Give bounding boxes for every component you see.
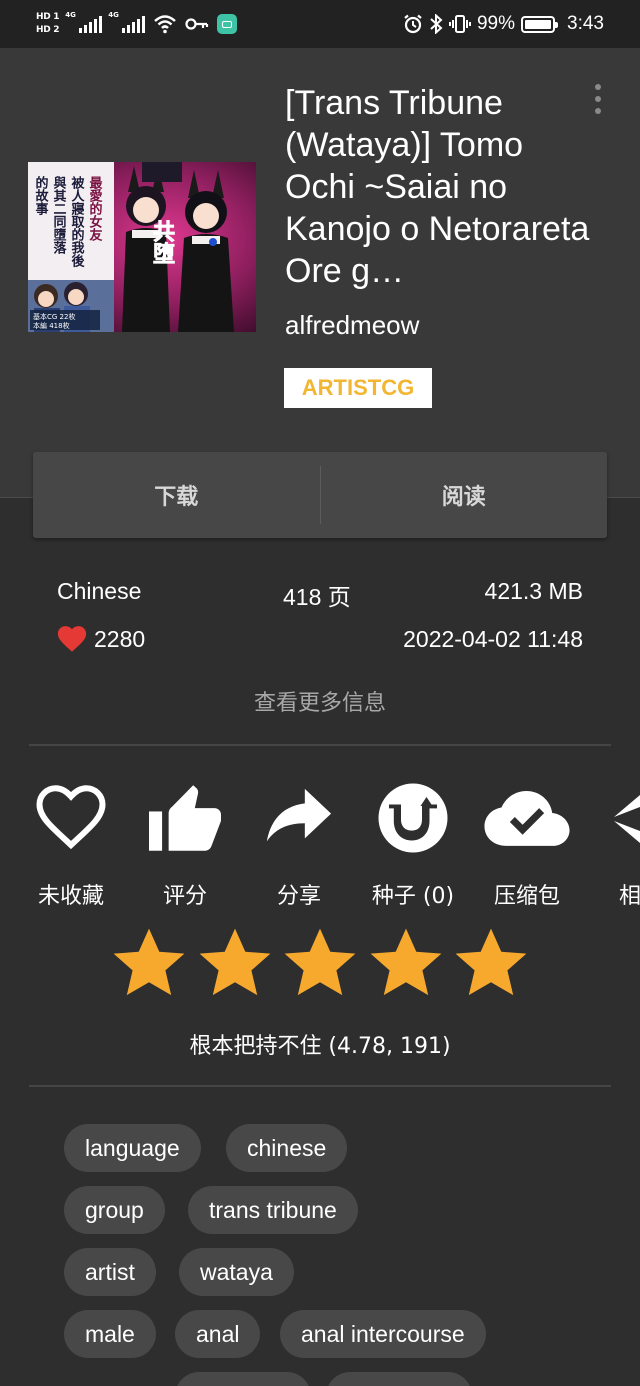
action-bar: 下载 阅读 (33, 452, 607, 538)
thumbs-up-icon (149, 785, 221, 851)
hd-voice-indicator: HD 1 HD 2 (36, 12, 60, 36)
similar-label: 相似 (618, 884, 640, 909)
rating-stars[interactable] (110, 926, 530, 1004)
cover-badge-2: 本編 418枚 (33, 321, 70, 330)
star-icon (113, 928, 185, 996)
posted-date: 2022-04-02 11:48 (403, 626, 583, 652)
star-icon (370, 928, 441, 996)
app-notification-icon (217, 14, 238, 34)
star-icon (455, 928, 527, 996)
signal-icon: 4G (65, 11, 103, 33)
hd1-label: HD 1 (36, 12, 60, 22)
tag-anal-intercourse[interactable]: anal intercourse (280, 1310, 486, 1358)
share-icon (266, 788, 332, 842)
share-label: 分享 (276, 884, 321, 909)
tag-namespace-artist[interactable]: artist (64, 1248, 156, 1296)
read-button[interactable]: 阅读 (321, 452, 608, 538)
alarm-icon (404, 14, 422, 34)
battery-icon (521, 15, 559, 33)
uploader-name[interactable]: alfredmeow (285, 310, 419, 341)
tag-wataya[interactable]: wataya (179, 1248, 294, 1296)
tag-next-row[interactable] (175, 1372, 311, 1386)
cover-title: 共堕 (149, 220, 175, 264)
tag-next-row[interactable] (326, 1372, 472, 1386)
favorite-button[interactable]: 未收藏 (16, 778, 126, 918)
rate-button[interactable]: 评分 (130, 778, 240, 918)
hd2-label: HD 2 (36, 25, 60, 35)
battery-percent: 99% (476, 13, 516, 34)
vpn-key-icon (185, 18, 209, 30)
cloud-download-icon (484, 791, 570, 846)
more-options-icon[interactable] (590, 84, 606, 114)
rating-summary: 根本把持不住 (4.78, 191) (189, 1034, 451, 1059)
cover-thumbnail[interactable]: 最愛的女友 被人寢取的我後 與其二同墮落 的故事 基本CG 22枚 本編 418… (28, 162, 256, 332)
similar-button[interactable]: 相似 (586, 778, 640, 918)
pages-value: 418 页 (283, 584, 351, 610)
clock: 3:43 (567, 13, 604, 34)
heart-outline-icon (36, 785, 106, 850)
divider (29, 744, 611, 746)
wifi-icon (154, 15, 177, 34)
star-icon (199, 928, 270, 996)
torrent-icon (378, 783, 448, 853)
category-badge[interactable]: ARTISTCG (284, 368, 432, 408)
torrent-label: 种子 (0) (371, 884, 455, 909)
bluetooth-icon (430, 14, 443, 34)
divider (29, 1085, 611, 1087)
tag-namespace-male[interactable]: male (64, 1310, 156, 1358)
vibrate-icon (448, 15, 471, 33)
gallery-header: 最愛的女友 被人寢取的我後 與其二同墮落 的故事 基本CG 22枚 本編 418… (0, 48, 640, 498)
share-button[interactable]: 分享 (244, 778, 354, 918)
language-value: Chinese (57, 578, 142, 604)
favorite-label: 未收藏 (37, 884, 104, 909)
tag-trans-tribune[interactable]: trans tribune (188, 1186, 358, 1234)
signal-icon-2: 4G (108, 11, 146, 33)
tag-namespace-language[interactable]: language (64, 1124, 201, 1172)
more-info-link[interactable]: 查看更多信息 (0, 685, 640, 717)
cover-vertical-text-4: 的故事 (33, 175, 49, 216)
cover-vertical-text-2: 被人寢取的我後 (69, 175, 86, 268)
cover-badge-1: 基本CG 22枚 (33, 312, 75, 321)
tag-namespace-group[interactable]: group (64, 1186, 165, 1234)
gallery-title: [Trans Tribune (Wataya)] Tomo Ochi ~Saia… (285, 84, 590, 290)
cover-vertical-text-1: 最愛的女友 (87, 176, 103, 242)
tag-anal[interactable]: anal (175, 1310, 261, 1358)
size-value: 421.3 MB (484, 578, 583, 604)
favorites-count: 2280 (94, 626, 146, 652)
download-button[interactable]: 下载 (33, 452, 320, 538)
cover-vertical-text-3: 與其二同墮落 (51, 175, 67, 255)
archive-button[interactable]: 压缩包 (472, 778, 582, 918)
torrent-button[interactable]: 种子 (0) (358, 778, 468, 918)
tag-chinese[interactable]: chinese (226, 1124, 348, 1172)
rate-label: 评分 (162, 884, 207, 909)
archive-label: 压缩包 (493, 884, 560, 909)
heart-filled-icon (57, 626, 87, 652)
similar-icon (614, 795, 640, 843)
status-bar: HD 1 HD 2 4G 4G 99% 3:43 (0, 0, 640, 48)
star-icon (284, 928, 356, 996)
